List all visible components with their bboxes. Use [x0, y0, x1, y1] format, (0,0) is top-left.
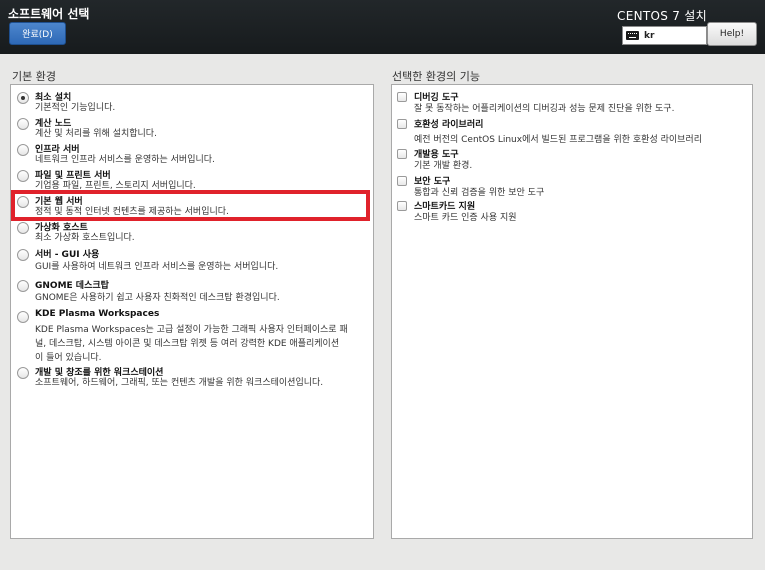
env-title: 서버 - GUI 사용 [35, 250, 100, 260]
env-desc: 계산 및 처리를 위해 설치합니다. [35, 129, 157, 139]
env-radio-infrastructure-server[interactable] [17, 144, 29, 156]
keyboard-layout-label: kr [644, 30, 655, 41]
base-environment-heading: 기본 환경 [12, 70, 56, 83]
env-desc: 이 들어 있습니다. [35, 353, 102, 363]
addon-desc: 스마트 카드 인증 사용 지원 [414, 213, 517, 223]
addon-desc: 예전 버전의 CentOS Linux에서 빌드된 프로그램을 위한 호환성 라… [414, 135, 702, 145]
env-desc: 네트워크 인프라 서비스를 운영하는 서버입니다. [35, 155, 215, 165]
env-desc: KDE Plasma Workspaces는 고급 설정이 가능한 그래픽 사용… [35, 325, 348, 335]
addon-checkbox-compat-libraries[interactable] [397, 119, 407, 129]
env-radio-gnome-desktop[interactable] [17, 280, 29, 292]
env-desc: 널, 데스크탑, 시스템 아이콘 및 데스크탑 위젯 등 여러 강력한 KDE … [35, 339, 340, 349]
product-title: CENTOS 7 설치 [617, 9, 707, 23]
env-desc: 최소 가상화 호스트입니다. [35, 233, 135, 243]
page-title: 소프트웨어 선택 [8, 7, 90, 21]
addons-heading: 선택한 환경의 기능 [392, 70, 480, 83]
done-button[interactable]: 완료(D) [9, 22, 66, 45]
env-desc: GUI를 사용하여 네트워크 인프라 서비스를 운영하는 서버입니다. [35, 262, 279, 272]
addon-checkbox-security-tools[interactable] [397, 176, 407, 186]
env-radio-dev-workstation[interactable] [17, 367, 29, 379]
addon-title: 호환성 라이브러리 [414, 120, 484, 130]
env-radio-virtualization-host[interactable] [17, 222, 29, 234]
keyboard-icon [626, 31, 639, 40]
header-bar: 소프트웨어 선택 완료(D) CENTOS 7 설치 kr Help! [0, 0, 765, 54]
env-radio-minimal[interactable] [17, 92, 29, 104]
addons-list: 디버깅 도구 잘 못 동작하는 어플리케이션의 디버깅과 성능 문제 진단을 위… [391, 84, 753, 539]
base-environment-list: 최소 설치 기본적인 기능입니다. 계산 노드 계산 및 처리를 위해 설치합니… [10, 84, 374, 539]
env-desc: GNOME은 사용하기 쉽고 사용자 친화적인 데스크탑 환경입니다. [35, 293, 280, 303]
addon-desc: 기본 개발 환경. [414, 161, 473, 171]
addon-checkbox-debugging-tools[interactable] [397, 92, 407, 102]
env-desc: 소프트웨어, 하드웨어, 그래픽, 또는 컨텐츠 개발을 위한 워크스테이션입니… [35, 378, 324, 388]
keyboard-layout-indicator[interactable]: kr [622, 26, 707, 45]
env-desc: 기본적인 기능입니다. [35, 103, 116, 113]
addon-desc: 통합과 신뢰 검증을 위한 보안 도구 [414, 188, 545, 198]
env-title: KDE Plasma Workspaces [35, 309, 160, 319]
env-radio-file-print-server[interactable] [17, 170, 29, 182]
env-radio-kde-plasma[interactable] [17, 311, 29, 323]
env-radio-server-gui[interactable] [17, 249, 29, 261]
env-title: GNOME 데스크탑 [35, 281, 109, 291]
highlight-box [11, 190, 370, 221]
help-button[interactable]: Help! [707, 22, 757, 46]
addon-checkbox-smartcard-support[interactable] [397, 201, 407, 211]
env-radio-compute-node[interactable] [17, 118, 29, 130]
addon-desc: 잘 못 동작하는 어플리케이션의 디버깅과 성능 문제 진단을 위한 도구. [414, 104, 675, 114]
addon-checkbox-development-tools[interactable] [397, 149, 407, 159]
